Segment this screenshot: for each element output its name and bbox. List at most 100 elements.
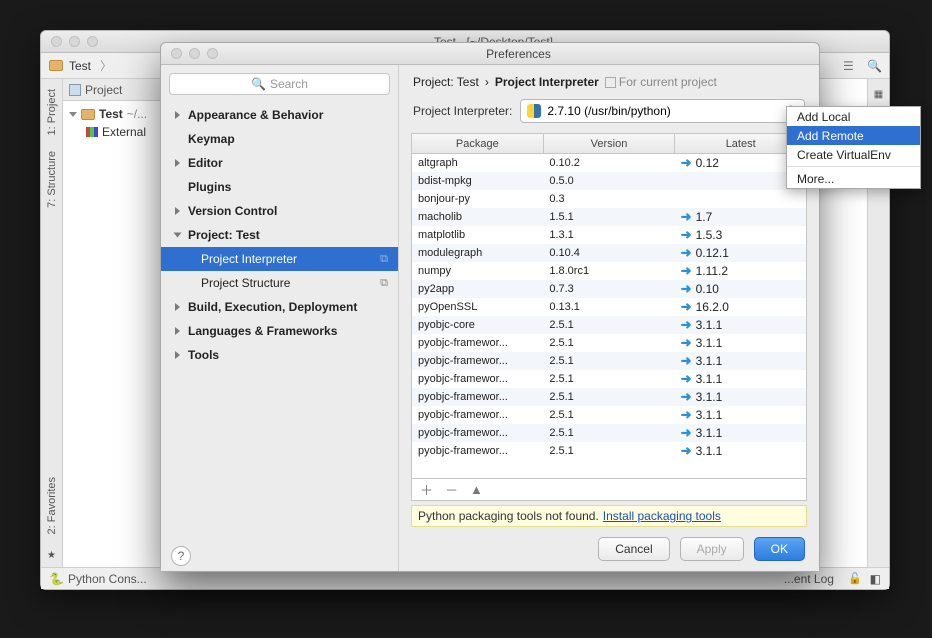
cell-latest: ➜3.1.1 — [675, 353, 806, 369]
cell-version: 2.5.1 — [543, 355, 674, 367]
table-row[interactable]: bdist-mpkg0.5.0 — [412, 172, 806, 190]
pref-editor[interactable]: Editor — [161, 151, 398, 175]
tree-root-label: Test — [99, 107, 123, 121]
interpreter-label: Project Interpreter: — [413, 104, 512, 118]
interpreter-value: 2.7.10 (/usr/bin/python) — [547, 104, 670, 118]
menu-add-local[interactable]: Add Local — [787, 107, 920, 126]
menu-create-venv[interactable]: Create VirtualEnv — [787, 145, 920, 164]
add-package-button[interactable]: ＋ — [420, 480, 433, 499]
pref-project[interactable]: Project: Test — [161, 223, 398, 247]
upgrade-package-button[interactable]: ▲ — [470, 482, 483, 497]
tab-project[interactable]: 1: Project — [44, 83, 60, 141]
list-icon[interactable]: ☰ — [843, 59, 857, 73]
python-console-tab[interactable]: 🐍 Python Cons... — [49, 572, 147, 586]
table-row[interactable]: matplotlib1.3.1➜1.5.3 — [412, 226, 806, 244]
cell-version: 2.5.1 — [543, 391, 674, 403]
cell-version: 2.5.1 — [543, 445, 674, 457]
table-row[interactable]: pyOpenSSL0.13.1➜16.2.0 — [412, 298, 806, 316]
table-row[interactable]: modulegraph0.10.4➜0.12.1 — [412, 244, 806, 262]
table-row[interactable]: pyobjc-framewor...2.5.1➜3.1.1 — [412, 388, 806, 406]
col-package[interactable]: Package — [412, 134, 544, 153]
upgrade-arrow-icon: ➜ — [681, 425, 692, 441]
table-row[interactable]: macholib1.5.1➜1.7 — [412, 208, 806, 226]
apply-button[interactable]: Apply — [680, 537, 744, 561]
project-icon — [69, 84, 81, 96]
table-row[interactable]: pyobjc-framewor...2.5.1➜3.1.1 — [412, 334, 806, 352]
upgrade-arrow-icon: ➜ — [681, 155, 692, 171]
libraries-icon — [86, 127, 98, 137]
pref-plugins[interactable]: Plugins — [161, 175, 398, 199]
table-row[interactable]: bonjour-py0.3 — [412, 190, 806, 208]
traffic-lights[interactable] — [41, 36, 98, 47]
cell-package: py2app — [412, 283, 543, 295]
interpreter-select[interactable]: 2.7.10 (/usr/bin/python) ▲▼ — [520, 99, 805, 123]
cell-version: 0.5.0 — [543, 175, 674, 187]
menu-more[interactable]: More... — [787, 169, 920, 188]
cell-version: 2.5.1 — [543, 409, 674, 421]
pref-vcs[interactable]: Version Control — [161, 199, 398, 223]
table-row[interactable]: py2app0.7.3➜0.10 — [412, 280, 806, 298]
cell-version: 0.7.3 — [543, 283, 674, 295]
pref-appearance[interactable]: Appearance & Behavior — [161, 103, 398, 127]
cell-version: 0.13.1 — [543, 301, 674, 313]
cell-package: pyobjc-framewor... — [412, 391, 543, 403]
cancel-button[interactable]: Cancel — [598, 537, 669, 561]
pref-keymap[interactable]: Keymap — [161, 127, 398, 151]
tab-favorites[interactable]: 2: Favorites — [44, 471, 60, 540]
cell-latest: ➜3.1.1 — [675, 407, 806, 423]
pref-search[interactable]: 🔍 Search — [169, 73, 390, 95]
pref-tree: Appearance & Behavior Keymap Editor Plug… — [161, 103, 398, 541]
tab-structure[interactable]: 7: Structure — [44, 145, 60, 214]
breadcrumb[interactable]: Test — [69, 59, 91, 73]
package-rows[interactable]: altgraph0.10.2➜0.12bdist-mpkg0.5.0bonjou… — [412, 154, 806, 478]
cell-package: pyobjc-framewor... — [412, 427, 543, 439]
traffic-lights[interactable] — [161, 48, 218, 59]
table-row[interactable]: pyobjc-framewor...2.5.1➜3.1.1 — [412, 352, 806, 370]
search-icon[interactable]: 🔍 — [867, 59, 881, 73]
crumb-project: Project: Test — [413, 75, 479, 89]
status-indicator-icon[interactable]: ◧ — [870, 572, 881, 586]
cell-latest: ➜0.10 — [675, 281, 806, 297]
upgrade-arrow-icon: ➜ — [681, 245, 692, 261]
package-toolbar: ＋ － ▲ — [412, 478, 806, 500]
pref-build[interactable]: Build, Execution, Deployment — [161, 295, 398, 319]
interpreter-dropdown-menu: Add Local Add Remote Create VirtualEnv M… — [786, 106, 921, 189]
col-version[interactable]: Version — [544, 134, 676, 153]
cell-package: modulegraph — [412, 247, 543, 259]
menu-add-remote[interactable]: Add Remote — [787, 126, 920, 145]
remove-package-button[interactable]: － — [445, 480, 458, 499]
upgrade-arrow-icon: ➜ — [681, 371, 692, 387]
db-icon[interactable]: ▦ — [872, 83, 885, 106]
table-row[interactable]: pyobjc-framewor...2.5.1➜3.1.1 — [412, 424, 806, 442]
pref-project-interpreter[interactable]: Project Interpreter⧉ — [161, 247, 398, 271]
pref-titlebar: Preferences — [161, 43, 819, 65]
pref-lang[interactable]: Languages & Frameworks — [161, 319, 398, 343]
table-row[interactable]: numpy1.8.0rc1➜1.11.2 — [412, 262, 806, 280]
copy-icon — [605, 77, 616, 88]
table-row[interactable]: pyobjc-framewor...2.5.1➜3.1.1 — [412, 442, 806, 460]
lock-icon[interactable]: 🔓 — [848, 572, 862, 585]
star-icon[interactable]: ★ — [45, 544, 58, 567]
install-tools-link[interactable]: Install packaging tools — [603, 509, 721, 523]
python-icon: 🐍 — [49, 572, 64, 586]
pref-tools[interactable]: Tools — [161, 343, 398, 367]
cell-package: numpy — [412, 265, 543, 277]
tree-root-path: ~/... — [127, 107, 147, 121]
cell-package: matplotlib — [412, 229, 543, 241]
help-button[interactable]: ? — [171, 546, 191, 566]
table-row[interactable]: pyobjc-core2.5.1➜3.1.1 — [412, 316, 806, 334]
table-row[interactable]: pyobjc-framewor...2.5.1➜3.1.1 — [412, 370, 806, 388]
upgrade-arrow-icon: ➜ — [681, 317, 692, 333]
cell-latest: ➜1.5.3 — [675, 227, 806, 243]
crumb-interpreter: Project Interpreter — [495, 75, 599, 89]
cell-version: 0.3 — [543, 193, 674, 205]
table-row[interactable]: altgraph0.10.2➜0.12 — [412, 154, 806, 172]
pref-breadcrumb: Project: Test › Project Interpreter For … — [399, 65, 819, 95]
cell-package: pyobjc-framewor... — [412, 445, 543, 457]
ok-button[interactable]: OK — [754, 537, 805, 561]
project-pane-title: Project — [85, 83, 122, 97]
cell-version: 0.10.4 — [543, 247, 674, 259]
table-row[interactable]: pyobjc-framewor...2.5.1➜3.1.1 — [412, 406, 806, 424]
event-log-tab[interactable]: ...ent Log — [784, 572, 834, 586]
pref-project-structure[interactable]: Project Structure⧉ — [161, 271, 398, 295]
